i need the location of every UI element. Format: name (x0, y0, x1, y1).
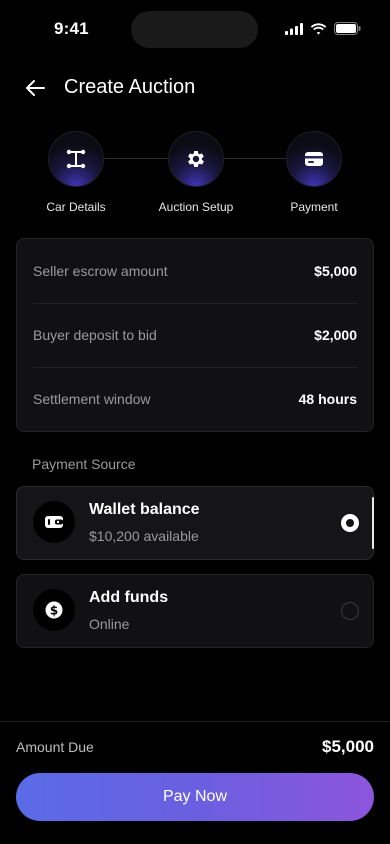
signal-icon (285, 22, 303, 35)
radio-unselected[interactable] (341, 602, 359, 620)
step-payment[interactable]: Payment (254, 131, 374, 214)
amount-due-label: Amount Due (16, 739, 94, 755)
step-label: Auction Setup (158, 200, 234, 214)
summary-value: $2,000 (314, 327, 357, 343)
status-time: 9:41 (54, 19, 89, 38)
option-icon-circle: $ (33, 589, 75, 631)
summary-label: Buyer deposit to bid (33, 327, 157, 343)
step-circle (168, 131, 224, 187)
svg-text:$: $ (50, 604, 58, 618)
footer: Amount Due $5,000 Pay Now (0, 721, 390, 844)
pay-now-button[interactable]: Pay Now (16, 773, 374, 821)
dollar-icon: $ (45, 601, 63, 619)
summary-card: Seller escrow amount $5,000 Buyer deposi… (16, 238, 374, 432)
summary-row: Seller escrow amount $5,000 (33, 239, 357, 303)
option-subtitle: Online (89, 616, 130, 632)
gear-icon (188, 151, 204, 167)
app-screen: 9:41 Create Auction Car Details Auction … (0, 0, 390, 844)
amount-due-value: $5,000 (322, 737, 374, 756)
status-bar: 9:41 (0, 0, 390, 56)
step-label: Car Details (46, 200, 106, 214)
car-details-icon (66, 149, 86, 169)
step-car-details[interactable]: Car Details (16, 131, 136, 214)
back-arrow-icon[interactable] (24, 76, 48, 100)
summary-label: Settlement window (33, 391, 151, 407)
radio-selected[interactable] (341, 514, 359, 532)
summary-value: $5,000 (314, 263, 357, 279)
summary-label: Seller escrow amount (33, 263, 168, 279)
header: Create Auction (0, 70, 390, 106)
summary-row: Settlement window 48 hours (33, 367, 357, 431)
status-icons (285, 22, 361, 35)
payment-option-add-funds[interactable]: $ Add funds Online (16, 574, 374, 648)
battery-icon (334, 22, 361, 35)
option-name: Wallet balance (89, 501, 200, 518)
payment-option-wallet[interactable]: Wallet balance $10,200 available (16, 486, 374, 560)
step-label: Payment (290, 200, 338, 214)
progress-stepper: Car Details Auction Setup Payment (0, 131, 390, 221)
summary-value: 48 hours (298, 391, 357, 407)
step-auction-setup[interactable]: Auction Setup (136, 131, 256, 214)
step-circle (48, 131, 104, 187)
summary-row: Buyer deposit to bid $2,000 (33, 303, 357, 367)
card-icon (305, 152, 323, 166)
option-subtitle: $10,200 available (89, 528, 199, 544)
dynamic-island (131, 11, 258, 48)
payment-source-heading: Payment Source (32, 456, 136, 472)
option-name: Add funds (89, 589, 169, 606)
scrollbar[interactable] (372, 497, 374, 549)
option-icon-circle (33, 501, 75, 543)
wifi-icon (310, 22, 327, 35)
wallet-icon (45, 516, 63, 528)
page-title: Create Auction (64, 76, 196, 98)
step-circle (286, 131, 342, 187)
